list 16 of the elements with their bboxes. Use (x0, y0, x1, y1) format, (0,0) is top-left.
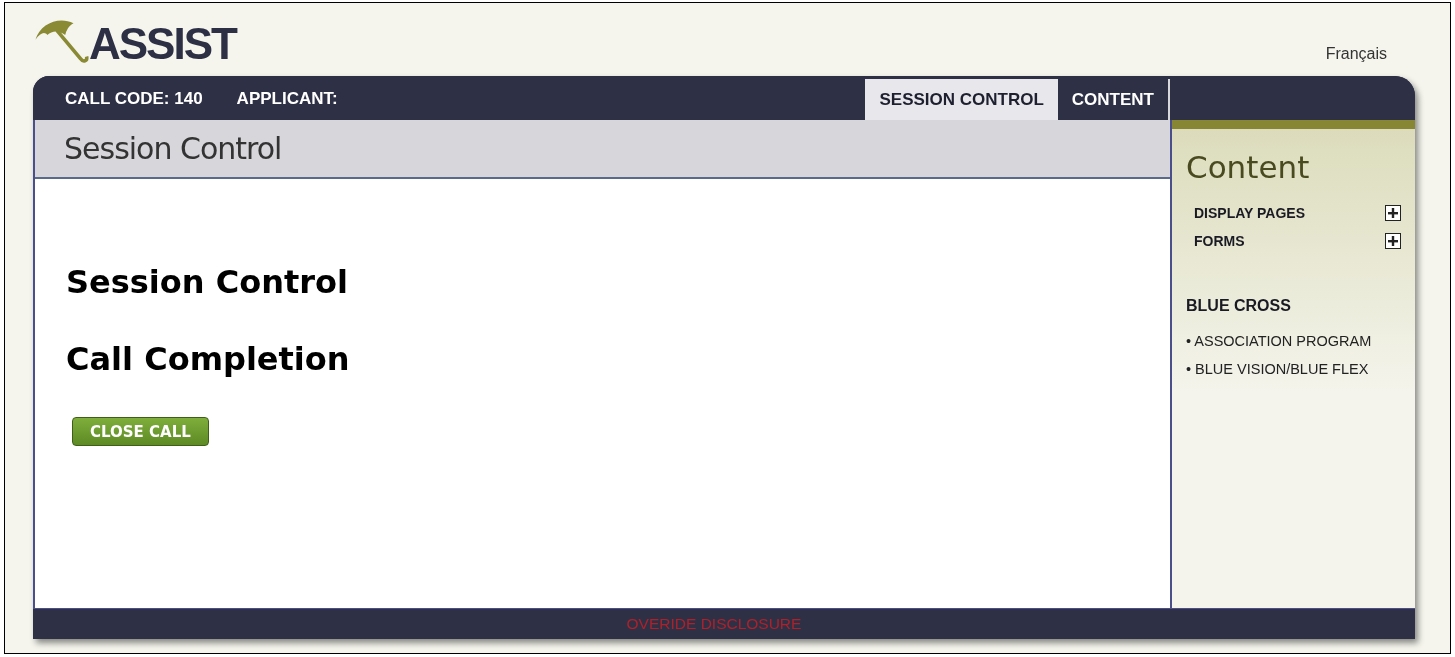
language-link[interactable]: Français (1325, 45, 1387, 63)
tab[interactable]: SESSION CONTROL (865, 79, 1058, 120)
group-title: BLUE CROSS (1186, 297, 1292, 315)
sidebar-link[interactable]: • ASSOCIATION PROGRAM (1186, 333, 1372, 349)
sidebar-item[interactable]: DISPLAY PAGES (1194, 205, 1305, 221)
call-code: CALL CODE: 140 (65, 89, 203, 109)
logo-text: ASSIST (89, 22, 236, 66)
heading: Session Control (66, 263, 349, 301)
applicant-label: APPLICANT: (236, 89, 338, 109)
heading: Call Completion (66, 340, 351, 378)
page-title: Session Control (64, 131, 282, 166)
sidebar-title: Content (1186, 149, 1311, 185)
expand-icon[interactable] (1385, 233, 1401, 249)
expand-icon[interactable] (1385, 205, 1401, 221)
sidebar-link[interactable]: • BLUE VISION/BLUE FLEX (1186, 361, 1369, 377)
sidebar-item[interactable]: FORMS (1194, 233, 1245, 249)
